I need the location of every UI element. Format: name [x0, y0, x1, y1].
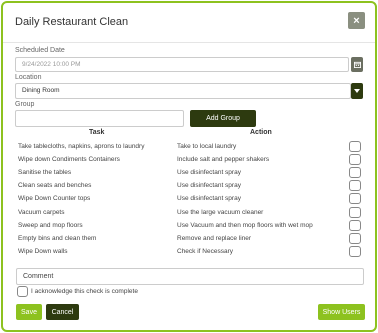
comment-input[interactable]: Comment	[16, 268, 364, 285]
task-text: Sweep and mop floors	[18, 221, 83, 229]
task-checkbox[interactable]	[349, 245, 361, 257]
task-checkbox[interactable]	[349, 154, 361, 166]
cancel-button[interactable]: Cancel	[46, 304, 79, 320]
scheduled-date-label: Scheduled Date	[15, 47, 65, 54]
group-label: Group	[15, 101, 35, 108]
dialog-header: Daily Restaurant Clean ×	[3, 3, 375, 43]
table-row: Wipe Down Counter tops Use disinfectant s…	[3, 193, 375, 207]
task-text: Vacuum carpets	[18, 208, 65, 216]
task-column-header: Task	[89, 129, 105, 136]
action-text: Use disinfectant spray	[177, 169, 241, 177]
task-checkbox[interactable]	[349, 193, 361, 205]
table-row: Sanitise the tables Use disinfectant spra…	[3, 167, 375, 181]
task-text: Wipe down Condiments Containers	[18, 156, 120, 164]
action-column-header: Action	[250, 129, 272, 136]
save-button[interactable]: Save	[16, 304, 42, 320]
table-row: Empty bins and clean them Remove and repl…	[3, 232, 375, 247]
table-row: Vacuum carpets Use the large vacuum clean…	[3, 206, 375, 221]
acknowledge-checkbox[interactable]	[17, 286, 28, 297]
task-checkbox[interactable]	[349, 180, 361, 192]
task-text: Sanitise the tables	[18, 169, 72, 177]
table-row: Take tablecloths, napkins, aprons to lau…	[3, 141, 375, 155]
location-select[interactable]: Dining Room	[15, 83, 351, 99]
action-text: Include salt and pepper shakers	[177, 156, 270, 164]
show-users-button[interactable]: Show Users	[318, 304, 365, 320]
action-text: Check if Necessary	[177, 247, 233, 255]
action-text: Use Vacuum and then mop floors with wet …	[177, 221, 313, 229]
action-text: Use disinfectant spray	[177, 195, 241, 203]
dialog: Daily Restaurant Clean × Scheduled Date …	[1, 1, 377, 332]
action-text: Take to local laundry	[177, 143, 237, 150]
table-row: Wipe down Condiments Containers Include s…	[3, 154, 375, 168]
add-group-button[interactable]: Add Group	[190, 110, 256, 127]
calendar-icon	[353, 61, 361, 68]
task-checkbox[interactable]	[349, 232, 361, 244]
location-label: Location	[15, 74, 42, 81]
chevron-down-icon[interactable]	[351, 83, 363, 99]
action-text: Remove and replace liner	[177, 234, 252, 242]
calendar-button[interactable]	[351, 57, 363, 72]
task-text: Take tablecloths, napkins, aprons to lau…	[18, 143, 145, 150]
action-text: Use disinfectant spray	[177, 182, 241, 190]
close-icon: ×	[353, 14, 360, 27]
close-button[interactable]: ×	[348, 12, 365, 29]
task-checkbox[interactable]	[349, 206, 361, 218]
task-checkbox[interactable]	[349, 167, 361, 179]
task-checkbox[interactable]	[349, 141, 361, 152]
table-row: Wipe Down walls Check if Necessary	[3, 245, 375, 260]
table-row: Clean seats and benches Use disinfectant …	[3, 180, 375, 194]
dialog-title: Daily Restaurant Clean	[15, 16, 129, 28]
group-input[interactable]	[15, 110, 184, 127]
action-text: Use the large vacuum cleaner	[177, 208, 264, 216]
task-text: Empty bins and clean them	[18, 234, 97, 242]
task-text: Wipe Down walls	[18, 247, 68, 255]
acknowledge-label: I acknowledge this check is complete	[31, 288, 138, 295]
task-checkbox[interactable]	[349, 219, 361, 231]
table-row: Sweep and mop floors Use Vacuum and then …	[3, 219, 375, 234]
task-text: Clean seats and benches	[18, 182, 92, 190]
task-text: Wipe Down Counter tops	[18, 195, 91, 203]
scheduled-date-input[interactable]: 9/24/2022 10:00 PM	[15, 57, 349, 72]
